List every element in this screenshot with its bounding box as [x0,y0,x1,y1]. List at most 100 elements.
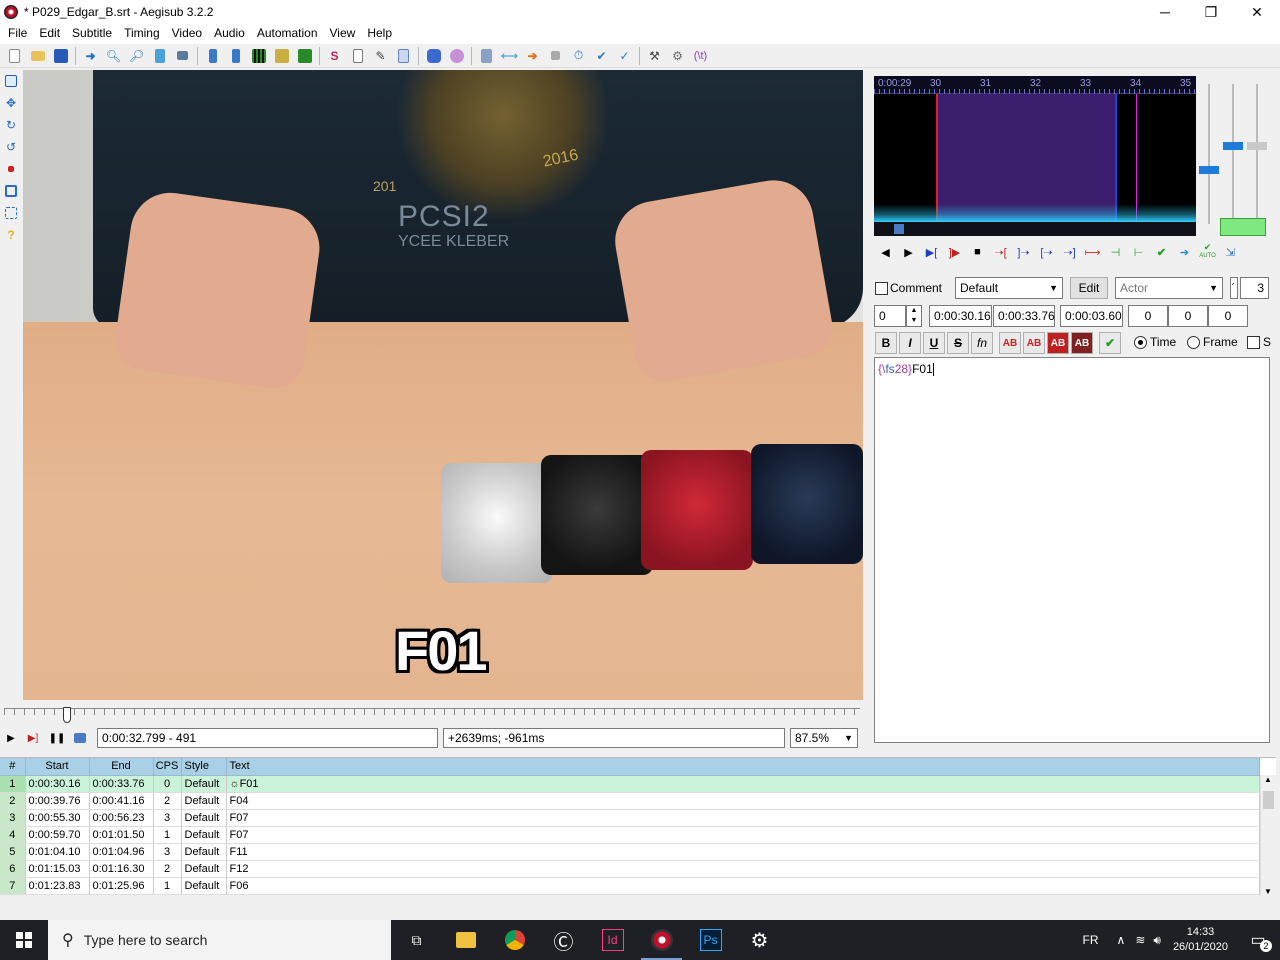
video-zoom-select[interactable]: 87.5% ▼ [790,728,858,748]
strikeout-button[interactable]: S [947,332,969,354]
tools-icon[interactable]: ⚒ [643,45,666,67]
windows-start-button[interactable] [0,920,48,960]
stop-icon[interactable]: ■ [966,242,989,262]
clip-tool-icon[interactable] [1,180,21,202]
audio-end-marker[interactable] [1115,94,1117,222]
layer-field[interactable]: 0 [874,305,906,327]
outline-color-button[interactable]: AB [1047,332,1069,354]
audio-autoscroll-toggle[interactable] [1220,218,1266,236]
pin-end-icon[interactable] [224,45,247,67]
video-offset-field[interactable]: +2639ms; -961ms [443,728,785,748]
film-icon[interactable] [270,45,293,67]
video-details-icon[interactable] [148,45,171,67]
menu-edit[interactable]: Edit [33,24,66,44]
audio-vertical-zoom-thumb[interactable] [1247,142,1267,150]
fonts-icon[interactable] [392,45,415,67]
table-row[interactable]: 6 0:01:15.03 0:01:16.30 2 Default F12 [0,860,1260,878]
play-line-icon[interactable]: ▶] [22,728,44,748]
end-time-field[interactable]: 0:00:33.76 [993,305,1055,327]
settings-icon[interactable]: ⚙ [735,920,784,960]
ccleaner-icon[interactable]: Ⓒ [539,920,588,960]
layer-count-field[interactable]: 3 [1240,277,1269,299]
open-file-icon[interactable] [26,45,49,67]
snapshot-icon[interactable] [171,45,194,67]
rotate-xy-icon[interactable]: ↺ [1,136,21,158]
zoom-in-icon[interactable]: 🔍︎ [102,45,125,67]
font-button[interactable]: fn [971,332,993,354]
audio-volume-slider[interactable] [1223,84,1243,224]
col-start-header[interactable]: Start [25,758,90,776]
stop-icon[interactable] [544,45,567,67]
taskbar-clock[interactable]: 14:33 26/01/2020 [1165,925,1236,955]
subtitle-text-editor[interactable]: {\fs28}F01 [874,357,1270,743]
indesign-icon[interactable]: Id [588,920,637,960]
play-icon[interactable]: ▶ [0,728,22,748]
aegisub-taskbar-icon[interactable] [637,920,686,960]
menu-timing[interactable]: Timing [118,24,166,44]
pause-icon[interactable]: ❚❚ [46,728,68,748]
video-time-field[interactable]: 0:00:32.799 - 491 [97,728,438,748]
col-cps-header[interactable]: CPS [153,758,182,776]
audio-scrollbar[interactable] [874,222,1196,236]
menu-help[interactable]: Help [361,24,398,44]
task-view-icon[interactable]: ⧉ [392,920,441,960]
restore-button[interactable]: ❐ [1188,0,1234,24]
chevron-up-icon[interactable]: ∧ [1117,933,1126,947]
autoscroll-video-icon[interactable] [69,728,91,748]
new-file-icon[interactable] [3,45,26,67]
play-selection-icon[interactable]: ▶[ [920,242,943,262]
col-style-header[interactable]: Style [181,758,227,776]
drag-tool-icon[interactable]: ✥ [1,92,21,114]
edit-style-button[interactable]: Edit [1070,277,1108,299]
goto-icon[interactable]: ➔ [1173,242,1196,262]
taskbar-search-box[interactable]: ⚲ Type here to search [48,920,391,960]
seek-thumb[interactable] [63,707,71,723]
margin-vertical-field[interactable]: 0 [1208,305,1248,327]
zoom-out-icon[interactable]: 🔎︎ [125,45,148,67]
translate-icon[interactable]: ➔ [521,45,544,67]
layer-spinner[interactable]: ▲ ▼ [906,305,922,327]
table-row[interactable]: 5 0:01:04.10 0:01:04.96 3 Default F11 [0,843,1260,861]
audio-vertical-zoom-slider[interactable] [1247,84,1267,224]
actor-select[interactable]: Actor ▼ [1115,277,1223,299]
close-button[interactable]: ✕ [1234,0,1280,24]
grid-scrollbar[interactable]: ▲ ▼ [1260,775,1276,896]
notifications-icon[interactable]: ▭ 2 [1236,920,1280,960]
minimize-button[interactable]: ─ [1142,0,1188,24]
checklist-icon[interactable]: ✓ [613,45,636,67]
play-before-end-icon[interactable]: [➝ [1035,242,1058,262]
table-row[interactable]: 2 0:00:39.76 0:00:41.16 2 Default F04 [0,792,1260,810]
pin-start-icon[interactable] [201,45,224,67]
vector-clip-icon[interactable] [1,202,21,224]
grid-icon[interactable] [247,45,270,67]
lead-in-icon[interactable]: ⊣ [1104,242,1127,262]
properties-icon[interactable] [346,45,369,67]
table-row[interactable]: 4 0:00:59.70 0:01:01.50 1 Default F07 [0,826,1260,844]
clock-icon[interactable]: ⏱ [567,45,590,67]
previous-line-icon[interactable]: ◀ [874,242,897,262]
photoshop-icon[interactable]: Ps [686,920,735,960]
resample-icon[interactable] [475,45,498,67]
save-file-icon[interactable] [49,45,72,67]
frame-radio[interactable] [1187,336,1200,349]
italic-button[interactable]: I [899,332,921,354]
effect-field[interactable]: ˊ [1230,277,1238,299]
audio-zoom-slider[interactable] [1199,84,1219,224]
start-time-field[interactable]: 0:00:30.16 [929,305,992,327]
duration-field[interactable]: 0:00:03.60 [1060,305,1123,327]
table-row[interactable]: 7 0:01:23.83 0:01:25.96 1 Default F06 [0,877,1260,895]
lead-out-icon[interactable]: ⊢ [1127,242,1150,262]
film-alt-icon[interactable] [293,45,316,67]
menu-audio[interactable]: Audio [208,24,251,44]
spell-check-icon[interactable]: S [323,45,346,67]
primary-color-button[interactable]: AB [999,332,1021,354]
scroll-down-icon[interactable]: ▼ [1264,887,1272,896]
bold-button[interactable]: B [875,332,897,354]
kanji-icon[interactable] [445,45,468,67]
audio-display[interactable]: 0:00:29 30 31 32 33 34 35 [874,76,1196,236]
menu-video[interactable]: Video [166,24,208,44]
secondary-color-button[interactable]: AB [1023,332,1045,354]
video-seek-bar[interactable] [4,703,860,725]
help-icon[interactable]: ? [1,224,21,246]
language-indicator[interactable]: FR [1083,933,1099,947]
